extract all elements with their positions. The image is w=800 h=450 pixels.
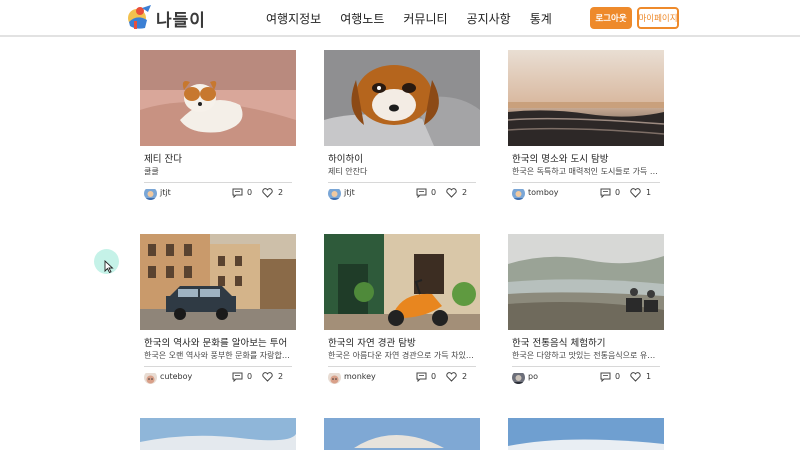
logo-text: 나들이 [156, 10, 206, 31]
top-header: 나들이 여행지정보 여행노트 커뮤니티 공지사항 통계 로그아웃 마이페이지 [0, 0, 800, 37]
post-card[interactable]: 제티 잔다 쿨쿨 jtjt 0 2 [140, 50, 296, 200]
avatar[interactable] [328, 187, 341, 200]
post-meta: po 0 1 [512, 371, 660, 385]
post-meta: jtjt 0 2 [144, 187, 292, 201]
post-description: 한국은 오랜 역사와 풍부한 문화를 자랑합니다... [144, 351, 294, 360]
post-description: 제티 안잔다 [328, 167, 368, 176]
comment-count: 0 [431, 188, 437, 197]
logout-button[interactable]: 로그아웃 [590, 7, 632, 29]
nav-travel-info[interactable]: 여행지정보 [266, 10, 321, 27]
nav-statistics[interactable]: 통계 [530, 10, 552, 27]
post-card[interactable]: 한국의 명소와 도시 탐방 한국은 독특하고 매력적인 도시들로 가득 차있..… [508, 50, 664, 200]
card-divider [144, 366, 292, 367]
nav-travel-notes[interactable]: 여행노트 [340, 10, 384, 27]
like-count: 2 [462, 372, 468, 381]
post-meta: cuteboy 0 2 [144, 371, 292, 385]
post-image[interactable] [508, 234, 664, 330]
main-nav: 여행지정보 여행노트 커뮤니티 공지사항 통계 [266, 10, 552, 27]
post-description: 한국은 다양하고 맛있는 전통음식으로 유명합... [512, 351, 662, 360]
like-count: 2 [462, 188, 468, 197]
card-divider [328, 366, 476, 367]
post-description: 쿨쿨 [144, 167, 159, 176]
comment-count: 0 [615, 372, 621, 381]
heart-icon[interactable] [630, 188, 641, 198]
author-name[interactable]: cuteboy [160, 372, 192, 381]
post-description: 한국은 아름다운 자연 경관으로 가득 차있습니... [328, 351, 478, 360]
heart-icon[interactable] [446, 372, 457, 382]
comment-count: 0 [247, 188, 253, 197]
post-meta: tomboy 0 1 [512, 187, 660, 201]
heart-icon[interactable] [630, 372, 641, 382]
post-meta: monkey 0 2 [328, 371, 476, 385]
logo-traveler-icon [128, 5, 151, 29]
card-divider [144, 182, 292, 183]
post-card[interactable] [140, 418, 296, 450]
nav-notices[interactable]: 공지사항 [467, 10, 511, 27]
post-image[interactable] [508, 50, 664, 146]
post-title[interactable]: 한국의 역사와 문화를 알아보는 투어 [144, 335, 294, 349]
heart-icon[interactable] [262, 188, 273, 198]
like-count: 2 [278, 372, 284, 381]
post-image[interactable] [140, 234, 296, 330]
site-logo[interactable]: 나들이 [127, 4, 206, 32]
post-image[interactable] [140, 50, 296, 146]
post-title[interactable]: 한국의 자연 경관 탐방 [328, 335, 478, 349]
comment-count: 0 [615, 188, 621, 197]
author-name[interactable]: jtjt [160, 188, 171, 197]
heart-icon[interactable] [446, 188, 457, 198]
heart-icon[interactable] [262, 372, 273, 382]
avatar[interactable] [144, 187, 157, 200]
comment-icon [232, 188, 243, 198]
post-card[interactable]: 한국 전통음식 체험하기 한국은 다양하고 맛있는 전통음식으로 유명합... … [508, 234, 664, 384]
avatar[interactable] [328, 371, 341, 384]
author-name[interactable]: jtjt [344, 188, 355, 197]
post-card[interactable] [324, 418, 480, 450]
post-card[interactable] [508, 418, 664, 450]
like-count: 1 [646, 372, 652, 381]
comment-icon [232, 372, 243, 382]
comment-count: 0 [431, 372, 437, 381]
post-meta: jtjt 0 2 [328, 187, 476, 201]
mypage-button[interactable]: 마이페이지 [637, 7, 679, 29]
post-description: 한국은 독특하고 매력적인 도시들로 가득 차있... [512, 167, 662, 176]
post-card[interactable]: 하이하이 제티 안잔다 jtjt 0 2 [324, 50, 480, 200]
author-name[interactable]: monkey [344, 372, 376, 381]
post-card[interactable]: 한국의 역사와 문화를 알아보는 투어 한국은 오랜 역사와 풍부한 문화를 자… [140, 234, 296, 384]
avatar[interactable] [512, 187, 525, 200]
post-title[interactable]: 제티 잔다 [144, 151, 294, 165]
post-image[interactable] [140, 418, 296, 450]
comment-icon [416, 188, 427, 198]
comment-icon [416, 372, 427, 382]
post-image[interactable] [508, 418, 664, 450]
author-name[interactable]: po [528, 372, 538, 381]
post-card[interactable]: 한국의 자연 경관 탐방 한국은 아름다운 자연 경관으로 가득 차있습니...… [324, 234, 480, 384]
post-title[interactable]: 하이하이 [328, 151, 478, 165]
card-divider [512, 182, 660, 183]
mouse-cursor-icon [104, 260, 114, 273]
author-name[interactable]: tomboy [528, 188, 559, 197]
nav-community[interactable]: 커뮤니티 [403, 10, 447, 27]
card-divider [328, 182, 476, 183]
like-count: 1 [646, 188, 652, 197]
post-image[interactable] [324, 234, 480, 330]
post-image[interactable] [324, 418, 480, 450]
comment-icon [600, 188, 611, 198]
card-divider [512, 366, 660, 367]
like-count: 2 [278, 188, 284, 197]
post-title[interactable]: 한국의 명소와 도시 탐방 [512, 151, 662, 165]
comment-count: 0 [247, 372, 253, 381]
post-image[interactable] [324, 50, 480, 146]
comment-icon [600, 372, 611, 382]
post-title[interactable]: 한국 전통음식 체험하기 [512, 335, 662, 349]
avatar[interactable] [144, 371, 157, 384]
avatar[interactable] [512, 371, 525, 384]
